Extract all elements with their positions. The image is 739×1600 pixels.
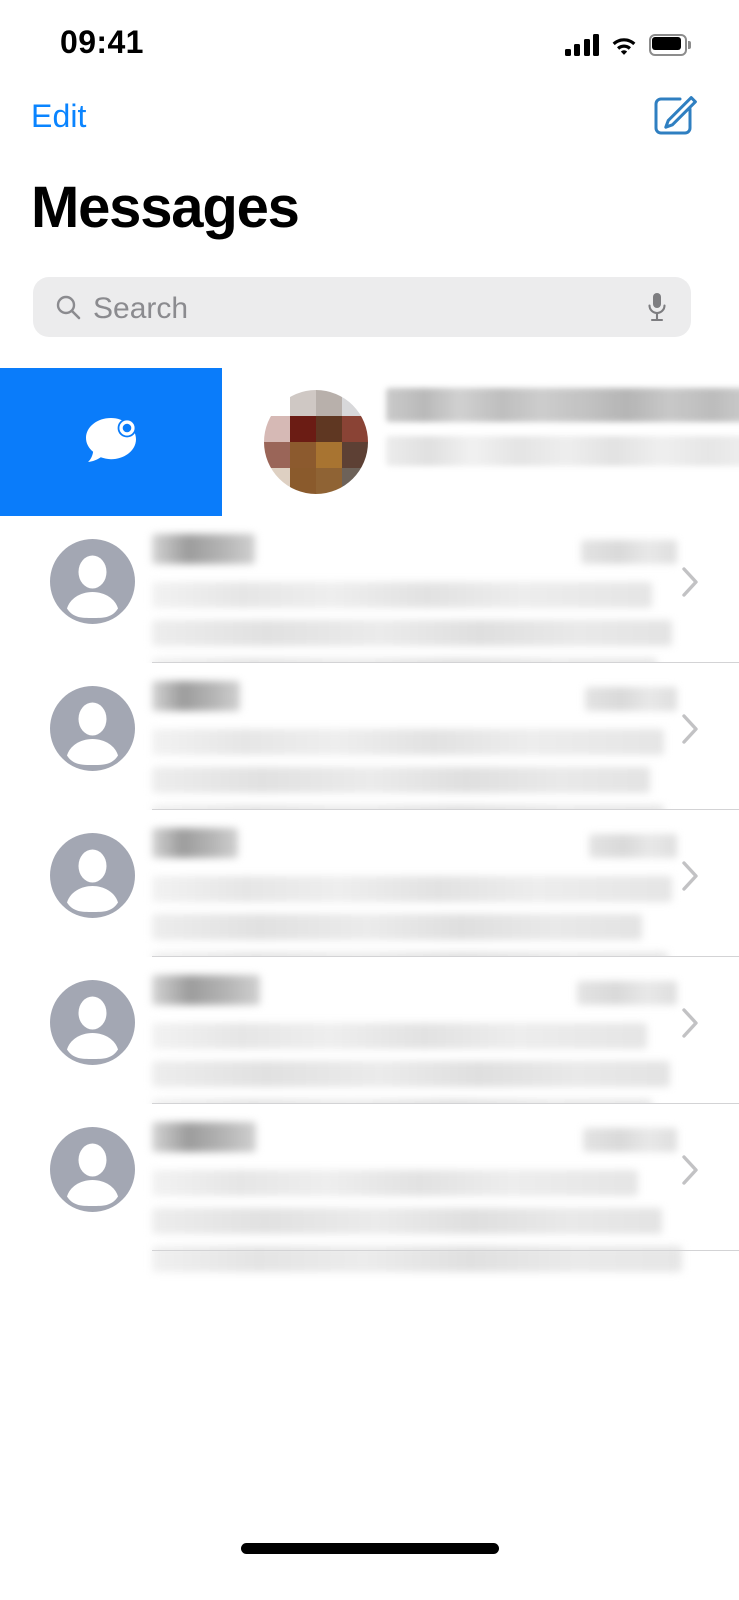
avatar: [264, 390, 368, 494]
microphone-icon[interactable]: [645, 291, 669, 323]
status-bar-time: 09:41: [60, 24, 144, 60]
person-placeholder-icon: [67, 1143, 118, 1206]
avatar: [50, 686, 135, 771]
unread-bubble-icon: [78, 412, 144, 472]
chevron-right-icon[interactable]: [681, 1154, 699, 1186]
search-input[interactable]: Search: [33, 277, 691, 337]
cellular-signal-icon: [564, 34, 599, 56]
message-preview-redacted: [152, 876, 672, 902]
conversation-list: un: [0, 368, 739, 1272]
search-placeholder: Search: [93, 292, 189, 325]
message-preview-redacted: [152, 1061, 670, 1087]
message-preview-redacted: [152, 1208, 662, 1234]
battery-icon: [649, 34, 691, 56]
avatar: [50, 980, 135, 1065]
contact-name-redacted: [386, 388, 739, 422]
timestamp-redacted: [583, 1128, 677, 1152]
home-indicator: [240, 1543, 499, 1554]
person-placeholder-icon: [67, 849, 118, 912]
conversation-content[interactable]: un: [222, 368, 739, 516]
contact-name-redacted: [152, 975, 260, 1005]
avatar: [50, 1127, 135, 1212]
message-preview-redacted: [152, 914, 642, 940]
conversation-row[interactable]: [0, 1104, 739, 1272]
message-preview-redacted: [152, 620, 672, 646]
contact-name-redacted: [152, 828, 238, 858]
message-preview-redacted: [152, 729, 664, 755]
contact-name-redacted: [152, 1122, 256, 1152]
conversation-row[interactable]: [0, 810, 739, 978]
search-icon: [55, 294, 81, 320]
message-preview-redacted: [152, 582, 652, 608]
conversation-row[interactable]: [0, 957, 739, 1125]
person-placeholder-icon: [67, 996, 118, 1059]
conversation-rows: [0, 516, 739, 1272]
chevron-right-icon[interactable]: [681, 1007, 699, 1039]
person-placeholder-icon: [67, 555, 118, 618]
conversation-row[interactable]: [0, 663, 739, 831]
conversation-row-swiped[interactable]: un: [0, 368, 739, 516]
timestamp-redacted: [581, 540, 677, 564]
mark-unread-action-button[interactable]: [0, 368, 222, 516]
chevron-right-icon[interactable]: [681, 860, 699, 892]
edit-button[interactable]: Edit: [31, 98, 87, 135]
navigation-bar: Edit: [0, 84, 739, 160]
message-preview-redacted: [152, 767, 650, 793]
message-preview-redacted: [152, 1170, 638, 1196]
page-title: Messages: [31, 175, 300, 240]
status-bar: 09:41: [0, 0, 739, 84]
avatar: [50, 833, 135, 918]
message-preview-redacted: [152, 1023, 647, 1049]
messages-app-screen: 09:41 Edit Messages Search: [0, 0, 739, 1600]
wifi-icon: [610, 34, 638, 56]
chevron-right-icon[interactable]: [681, 566, 699, 598]
timestamp-redacted: [589, 834, 677, 858]
avatar: [50, 539, 135, 624]
chevron-right-icon[interactable]: [681, 713, 699, 745]
timestamp-redacted: [577, 981, 677, 1005]
conversation-row[interactable]: [0, 516, 739, 684]
person-placeholder-icon: [67, 702, 118, 765]
contact-name-redacted: [152, 681, 240, 711]
row-separator: [152, 1249, 739, 1251]
status-bar-indicators: [564, 28, 691, 56]
contact-name-redacted: [152, 534, 255, 564]
timestamp-redacted: [585, 687, 677, 711]
conversation-text: [386, 388, 739, 466]
message-preview-redacted: [386, 436, 739, 466]
compose-icon[interactable]: [649, 92, 697, 140]
